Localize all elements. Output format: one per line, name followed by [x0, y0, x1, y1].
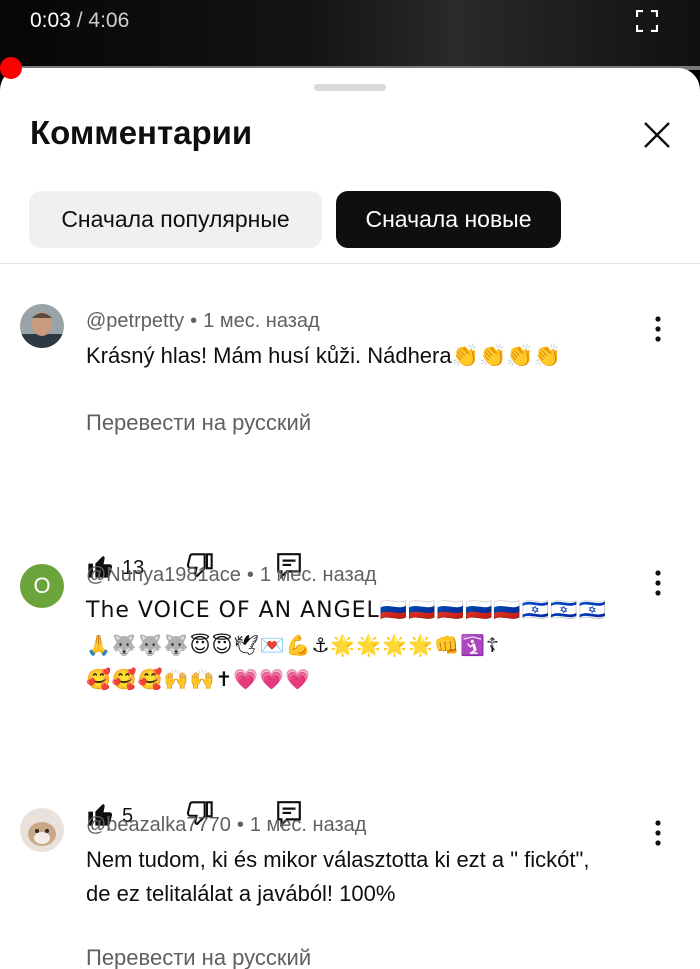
time-display: 0:03 / 4:06	[30, 9, 129, 33]
time-separator: /	[76, 9, 83, 32]
duration: 4:06	[88, 9, 130, 32]
fullscreen-icon[interactable]	[636, 10, 658, 32]
comment-text: Krásný hlas! Mám husí kůži. Nádhera👏👏👏👏	[86, 343, 562, 368]
translate-button[interactable]: Перевести на русский	[86, 945, 311, 969]
chip-sort-popular[interactable]: Сначала популярные	[29, 191, 322, 248]
translate-button[interactable]: Перевести на русский	[86, 410, 311, 436]
comment-meta: @petrpetty • 1 мес. назад	[86, 310, 320, 332]
comment-time: 1 мес. назад	[259, 564, 377, 586]
comments-sheet: Комментарии Сначала популярные Сначала н…	[0, 68, 700, 969]
scrubber-handle[interactable]	[0, 57, 22, 79]
comment-text-line: The VOICE OF AN ANGEL🇷🇺🇷🇺🇷🇺🇷🇺🇷🇺🇮🇱🇮🇱🇮🇱	[86, 598, 607, 623]
comment-time: 1 мес. назад	[249, 814, 367, 836]
video-player[interactable]: 0:03 / 4:06	[0, 0, 700, 70]
chip-sort-newest[interactable]: Сначала новые	[336, 191, 561, 248]
avatar[interactable]	[20, 808, 64, 852]
comment-text-line: 🙏🐺🐺🐺😇😇🕊💌💪⚓🌟🌟🌟🌟👊🛐☦	[86, 633, 500, 657]
comment-author[interactable]: @Nunya1981ace	[86, 564, 241, 586]
close-icon[interactable]	[640, 118, 674, 152]
comment-text: Nem tudom, ki és mikor választotta ki ez…	[86, 847, 590, 906]
comment-time: 1 мес. назад	[203, 310, 320, 332]
more-options-icon[interactable]	[648, 568, 668, 598]
more-options-icon[interactable]	[648, 314, 668, 344]
comment-author[interactable]: @beazalka7770	[86, 814, 231, 836]
comment-author[interactable]: @petrpetty	[86, 310, 184, 332]
comment-text: The VOICE OF AN ANGEL🇷🇺🇷🇺🇷🇺🇷🇺🇷🇺🇮🇱🇮🇱🇮🇱 🙏🐺…	[86, 594, 646, 696]
divider	[0, 263, 700, 264]
avatar[interactable]: O	[20, 564, 64, 608]
more-options-icon[interactable]	[648, 818, 668, 848]
comment-text-line: 🥰🥰🥰🙌🙌✝💗💗💗	[86, 667, 311, 691]
current-time: 0:03	[30, 9, 71, 32]
comment-meta: @beazalka7770 • 1 мес. назад	[86, 814, 367, 836]
drag-handle[interactable]	[314, 84, 386, 91]
comment-meta: @Nunya1981ace • 1 мес. назад	[86, 564, 377, 586]
avatar-letter: O	[33, 573, 51, 598]
sheet-title: Комментарии	[30, 114, 253, 151]
avatar[interactable]	[20, 304, 64, 348]
